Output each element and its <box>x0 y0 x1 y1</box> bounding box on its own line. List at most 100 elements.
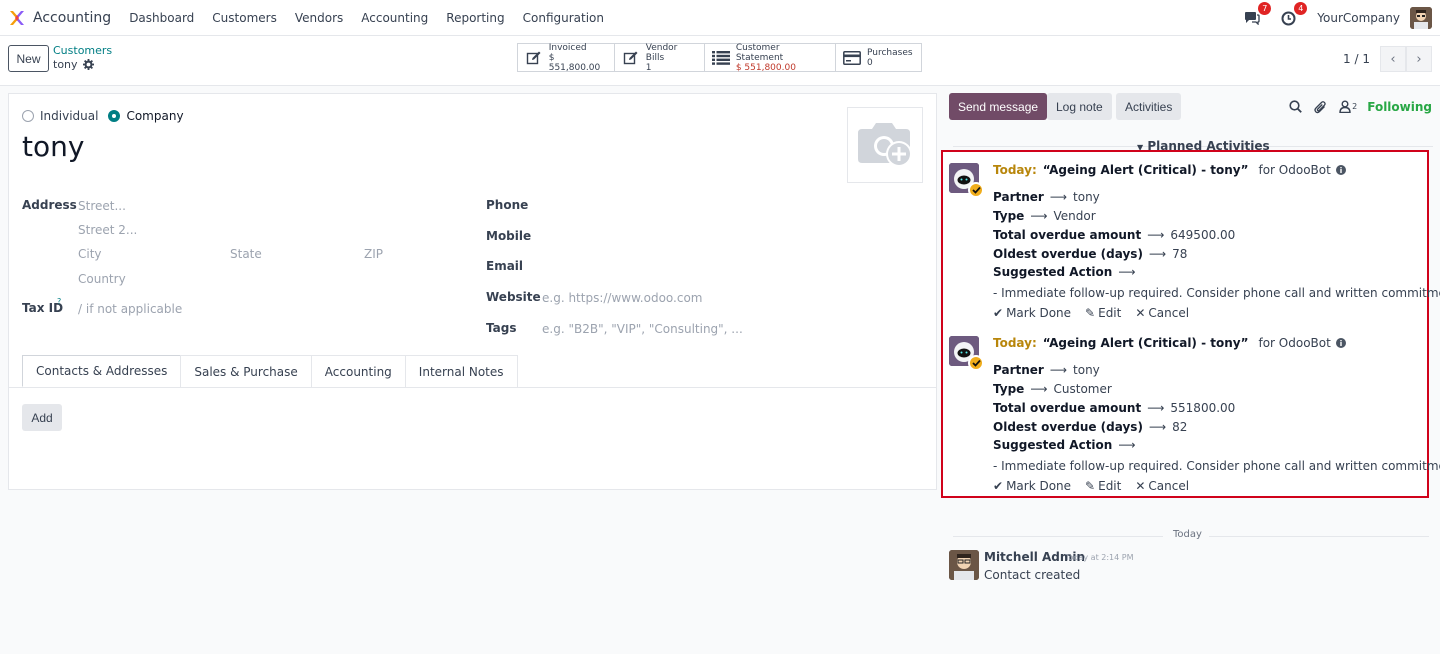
menu-dashboard[interactable]: Dashboard <box>129 11 194 25</box>
days-label: Oldest overdue (days) <box>993 247 1143 261</box>
mark-done-button[interactable]: ✔ Mark Done <box>993 306 1071 320</box>
website-input[interactable]: e.g. https://www.odoo.com <box>542 291 703 305</box>
tab-contacts-addresses[interactable]: Contacts & Addresses <box>22 355 182 387</box>
messaging-button[interactable]: 7 <box>1241 2 1272 29</box>
menu-accounting[interactable]: Accounting <box>361 11 428 25</box>
pager-previous-button[interactable]: ‹ <box>1380 46 1406 72</box>
smart-button-invoiced[interactable]: Invoiced $ 551,800.00 <box>517 43 615 73</box>
street-input[interactable]: Street... <box>78 199 126 213</box>
cancel-activity-button[interactable]: ✕ Cancel <box>1135 306 1189 320</box>
following-button[interactable]: Following <box>1367 100 1432 114</box>
state-input[interactable]: State <box>230 247 262 261</box>
activity-item: Today: “Ageing Alert (Critical) - tony” … <box>949 163 1440 323</box>
app-logo-icon[interactable] <box>8 9 26 27</box>
chevron-left-icon: ‹ <box>1390 51 1396 67</box>
date-separator: Today <box>953 529 1429 543</box>
author-avatar[interactable] <box>949 550 979 580</box>
mark-done-button[interactable]: ✔ Mark Done <box>993 479 1071 493</box>
arrow-right-icon: ⟶ <box>1147 228 1165 242</box>
company-switcher[interactable]: YourCompany <box>1317 11 1400 25</box>
activity-due: Today: <box>993 336 1037 350</box>
user-avatar[interactable] <box>1410 7 1432 29</box>
action-label: Suggested Action <box>993 265 1113 279</box>
days-label: Oldest overdue (days) <box>993 420 1143 434</box>
tab-sales-purchase[interactable]: Sales & Purchase <box>180 355 312 387</box>
add-contact-button[interactable]: Add <box>22 404 62 431</box>
cancel-label: Cancel <box>1148 479 1190 493</box>
paperclip-icon[interactable] <box>1314 100 1327 114</box>
activity-days-line: Oldest overdue (days) ⟶ 78 <box>993 247 1187 261</box>
message-body: Contact created <box>984 568 1081 582</box>
image-upload[interactable] <box>847 107 923 183</box>
edit-label: Edit <box>1098 479 1122 493</box>
taxid-input[interactable]: / if not applicable <box>78 302 182 316</box>
menu-vendors[interactable]: Vendors <box>295 11 343 25</box>
smart-buttons: Invoiced $ 551,800.00 Vendor Bills 1 Custo… <box>517 43 922 73</box>
gear-icon[interactable] <box>82 59 94 70</box>
menu-reporting[interactable]: Reporting <box>446 11 504 25</box>
followers-button[interactable]: 2 <box>1339 100 1357 113</box>
partner-value: tony <box>1073 190 1100 204</box>
type-label: Type <box>993 209 1025 223</box>
edit-activity-button[interactable]: ✎ Edit <box>1085 479 1121 493</box>
activity-assignee: for OdooBot <box>1258 163 1331 177</box>
new-button[interactable]: New <box>8 45 49 72</box>
smart-button-customer-statement[interactable]: Customer Statement $ 551,800.00 <box>704 43 836 73</box>
activities-button[interactable]: Activities <box>1116 93 1182 120</box>
country-input[interactable]: Country <box>78 272 126 286</box>
email-label: Email <box>486 259 524 273</box>
activity-type-line: Type ⟶ Vendor <box>993 209 1096 223</box>
type-label: Type <box>993 382 1025 396</box>
list-icon <box>711 50 731 66</box>
partner-form: Individual Company tony Address Street..… <box>8 93 937 490</box>
street2-input[interactable]: Street 2... <box>78 223 137 237</box>
breadcrumb-customers[interactable]: Customers <box>53 44 112 57</box>
arrow-right-icon: ⟶ <box>1030 209 1048 223</box>
search-icon[interactable] <box>1289 100 1302 113</box>
log-note-button[interactable]: Log note <box>1047 93 1112 120</box>
days-value: 82 <box>1172 420 1188 434</box>
city-input[interactable]: City <box>78 247 102 261</box>
smart-button-purchases[interactable]: Purchases 0 <box>835 43 922 72</box>
arrow-right-icon: ⟶ <box>1049 190 1068 204</box>
arrow-right-icon: ⟶ <box>1049 363 1068 377</box>
type-value: Vendor <box>1053 209 1096 223</box>
radio-individual[interactable] <box>22 110 34 122</box>
separator-line <box>953 536 1163 537</box>
activity-actions: ✔ Mark Done ✎ Edit ✕ Cancel <box>993 479 1203 493</box>
send-message-button[interactable]: Send message <box>949 93 1048 120</box>
menu-customers[interactable]: Customers <box>212 11 277 25</box>
activity-title: “Ageing Alert (Critical) - tony” <box>1042 336 1249 350</box>
taxid-help-icon[interactable]: ? <box>57 297 61 306</box>
purchases-value: 0 <box>867 57 873 68</box>
radio-company-label[interactable]: Company <box>126 109 183 123</box>
activities-badge: 4 <box>1294 2 1308 15</box>
info-icon[interactable] <box>1335 165 1346 175</box>
menu-configuration[interactable]: Configuration <box>523 11 604 25</box>
activities-button[interactable]: 4 <box>1277 2 1308 29</box>
messages-badge: 7 <box>1258 2 1272 15</box>
tags-input[interactable]: e.g. "B2B", "VIP", "Consulting", ... <box>542 322 743 336</box>
control-panel: New Customers tony Invoiced $ 551,800.00 … <box>0 36 1440 86</box>
edit-activity-button[interactable]: ✎ Edit <box>1085 306 1121 320</box>
address-label: Address <box>22 198 77 212</box>
pager-counter[interactable]: 1 / 1 <box>1343 52 1370 66</box>
app-name[interactable]: Accounting <box>33 10 111 26</box>
radio-individual-label[interactable]: Individual <box>40 109 98 123</box>
tabs-divider <box>9 387 936 388</box>
partner-name-field[interactable]: tony <box>22 130 84 163</box>
message-time: Today at 2:14 PM <box>1065 553 1134 562</box>
radio-company[interactable] <box>108 110 121 122</box>
check-icon: ✔ <box>993 306 1004 320</box>
cancel-activity-button[interactable]: ✕ Cancel <box>1135 479 1189 493</box>
arrow-right-icon: ⟶ <box>1148 247 1167 261</box>
smart-button-vendor-bills[interactable]: Vendor Bills 1 <box>614 43 705 73</box>
info-icon[interactable] <box>1335 338 1346 348</box>
pencil-icon: ✎ <box>1085 306 1096 320</box>
tab-accounting[interactable]: Accounting <box>310 355 406 387</box>
pager-next-button[interactable]: › <box>1406 46 1432 72</box>
phone-label: Phone <box>486 198 529 212</box>
mark-done-label: Mark Done <box>1006 306 1072 320</box>
zip-input[interactable]: ZIP <box>364 247 383 261</box>
tab-internal-notes[interactable]: Internal Notes <box>404 355 518 387</box>
